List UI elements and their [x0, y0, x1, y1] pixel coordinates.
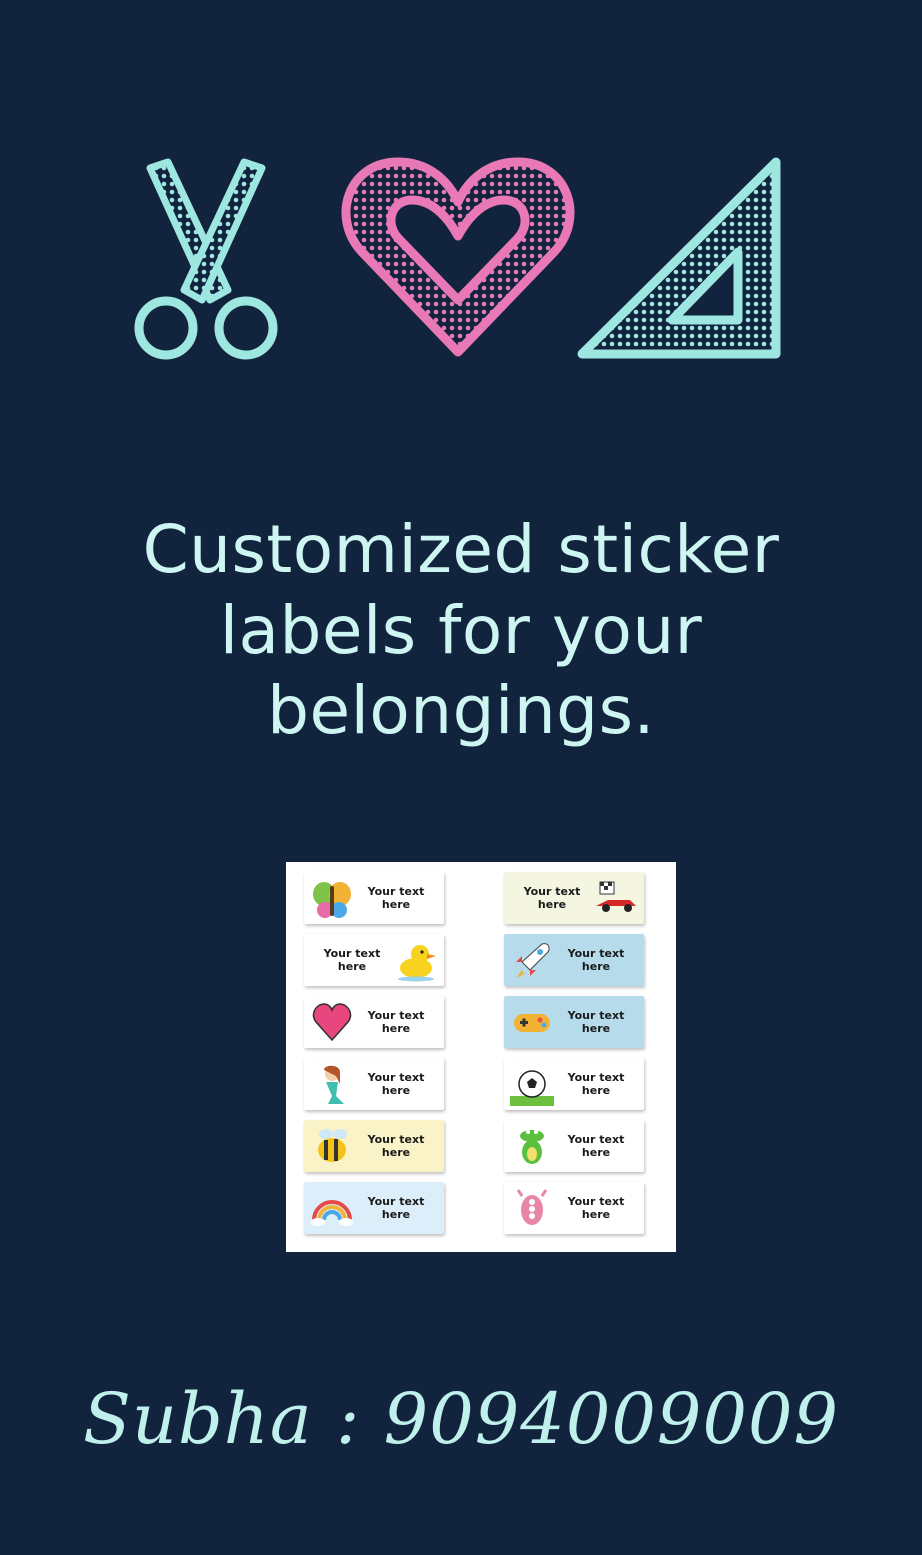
sticker-sample-sheet: Your text here Your text here Your text he…	[286, 862, 676, 1252]
sticker-label: Your text here	[304, 934, 444, 986]
sticker-text: Your text here	[367, 1133, 425, 1159]
bee-icon	[310, 1124, 354, 1168]
sticker-label: Your text here	[504, 996, 644, 1048]
mermaid-icon	[310, 1062, 354, 1106]
sticker-text: Your text here	[567, 1071, 625, 1097]
butterfly-icon	[310, 876, 354, 920]
scissors-icon	[134, 158, 278, 360]
sticker-label: Your text here	[304, 1182, 444, 1234]
racecar-icon	[594, 876, 638, 920]
sticker-text: Your text here	[567, 1133, 625, 1159]
sticker-label: Your text here	[304, 872, 444, 924]
headline: Customized sticker labels for your belon…	[40, 510, 882, 752]
sticker-text: Your text here	[367, 1009, 425, 1035]
icon-row	[134, 157, 781, 360]
sticker-text: Your text here	[523, 885, 581, 911]
headline-line-1: Customized sticker	[142, 511, 780, 588]
sticker-label: Your text here	[304, 996, 444, 1048]
sticker-text: Your text here	[367, 1195, 425, 1221]
sticker-label: Your text here	[304, 1120, 444, 1172]
sticker-text: Your text here	[367, 885, 425, 911]
sticker-text: Your text here	[567, 947, 625, 973]
contact-info: Subha : 9094009009	[82, 1378, 840, 1460]
set-square-icon	[577, 157, 781, 359]
sticker-label: Your text here	[304, 1058, 444, 1110]
heart-icon	[341, 157, 575, 357]
sticker-text: Your text here	[367, 1071, 425, 1097]
sticker-text: Your text here	[567, 1195, 625, 1221]
monster-icon	[510, 1186, 554, 1230]
sticker-label: Your text here	[504, 872, 644, 924]
headline-line-2: labels for your	[219, 591, 703, 669]
sticker-label: Your text here	[504, 1120, 644, 1172]
sticker-label: Your text here	[504, 1182, 644, 1234]
crocodile-icon	[510, 1124, 554, 1168]
sticker-label: Your text here	[504, 934, 644, 986]
headline-line-3: belongings.	[267, 672, 655, 750]
gamepad-icon	[510, 1000, 554, 1044]
sticker-grid: Your text here Your text here Your text he…	[304, 872, 658, 1234]
sticker-text: Your text here	[323, 947, 381, 973]
sticker-text: Your text here	[567, 1009, 625, 1035]
rocket-icon	[510, 938, 554, 982]
soccer-ball-icon	[510, 1062, 554, 1106]
sticker-label: Your text here	[504, 1058, 644, 1110]
heart-icon	[310, 1000, 354, 1044]
duck-icon	[394, 938, 438, 982]
rainbow-icon	[310, 1186, 354, 1230]
